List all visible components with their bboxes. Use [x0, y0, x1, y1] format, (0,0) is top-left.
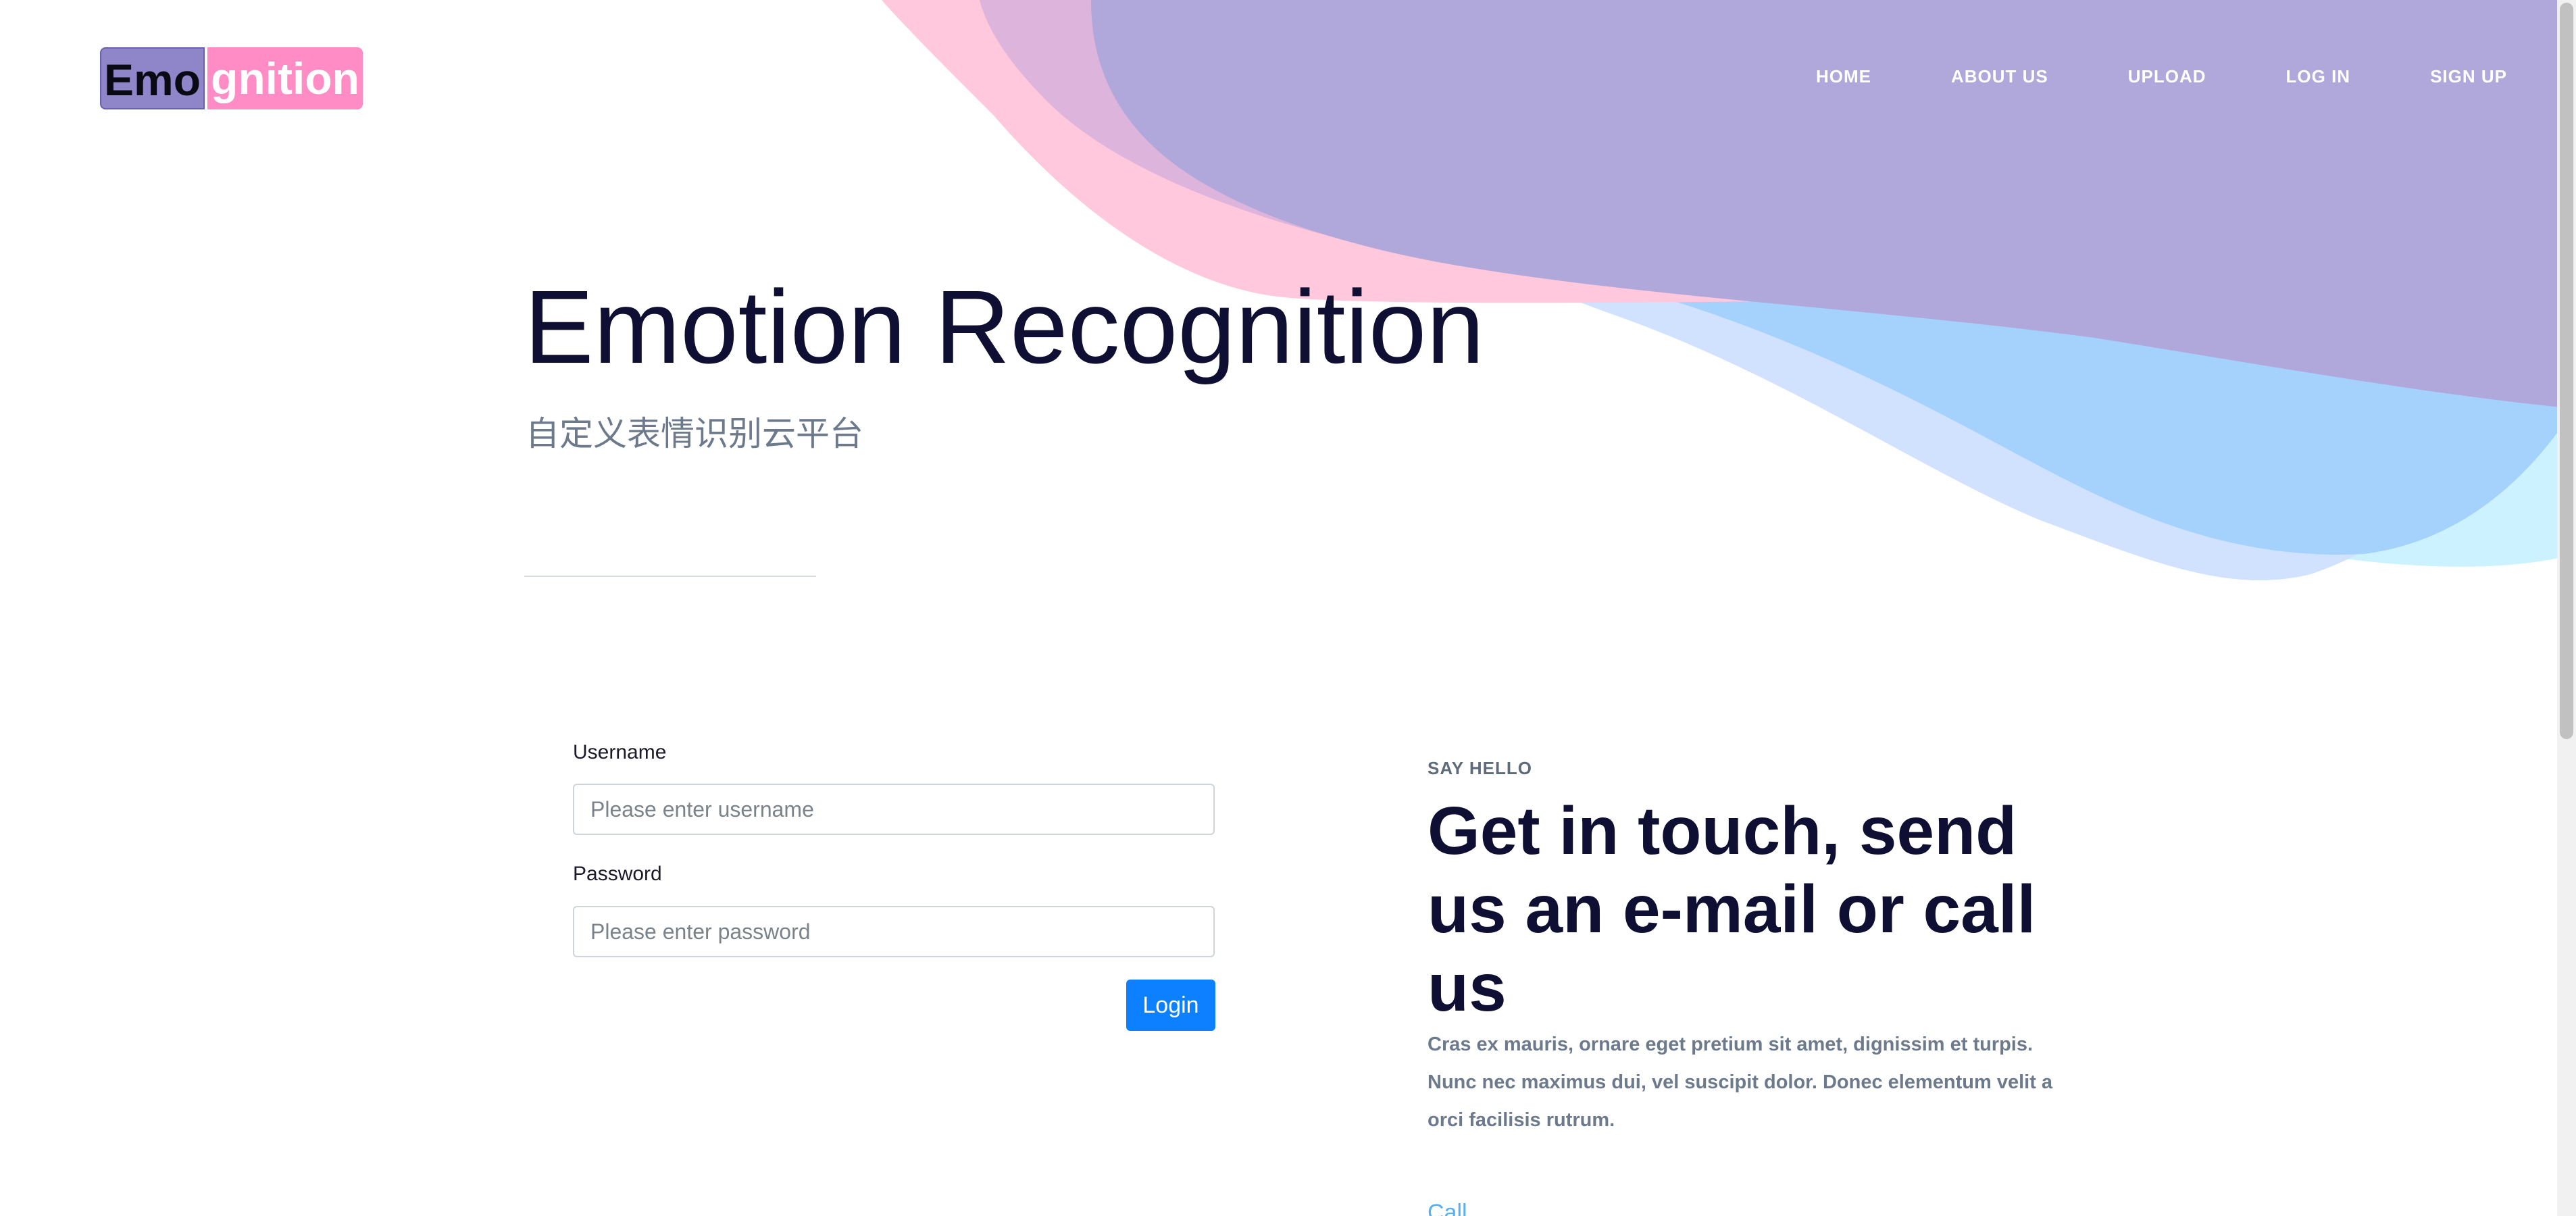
- contact-heading: Get in touch, send us an e-mail or call …: [1428, 793, 2036, 1025]
- contact-body: Cras ex mauris, ornare eget pretium sit …: [1428, 1034, 2053, 1131]
- hero-title: Emotion Recognition: [524, 269, 1485, 385]
- logo-emo-block: Emo: [100, 47, 205, 109]
- contact-kicker: SAY HELLO: [1428, 758, 1532, 778]
- main-nav: HOME ABOUT US UPLOAD LOG IN SIGN UP: [1736, 66, 2507, 87]
- hero-divider: [524, 576, 816, 577]
- password-label: Password: [573, 863, 662, 885]
- login-button[interactable]: Login: [1126, 980, 1215, 1031]
- logo-gnition-block: gnition: [207, 47, 363, 109]
- nav-log-in[interactable]: LOG IN: [2286, 66, 2351, 87]
- scrollbar-thumb[interactable]: [2560, 3, 2573, 739]
- contact-call-link[interactable]: Call: [1428, 1200, 1467, 1216]
- logo[interactable]: Emo gnition: [100, 47, 363, 109]
- page-scrollbar[interactable]: [2557, 0, 2576, 1216]
- nav-sign-up[interactable]: SIGN UP: [2430, 66, 2507, 87]
- nav-home[interactable]: HOME: [1816, 66, 1871, 87]
- nav-about-us[interactable]: ABOUT US: [1951, 66, 2048, 87]
- page: Emo gnition HOME ABOUT US UPLOAD LOG IN …: [0, 0, 2576, 1216]
- nav-upload[interactable]: UPLOAD: [2128, 66, 2206, 87]
- hero-subtitle: 自定义表情识别云平台: [526, 415, 863, 453]
- username-label: Username: [573, 741, 667, 763]
- password-input[interactable]: [573, 906, 1215, 957]
- username-input[interactable]: [573, 784, 1215, 835]
